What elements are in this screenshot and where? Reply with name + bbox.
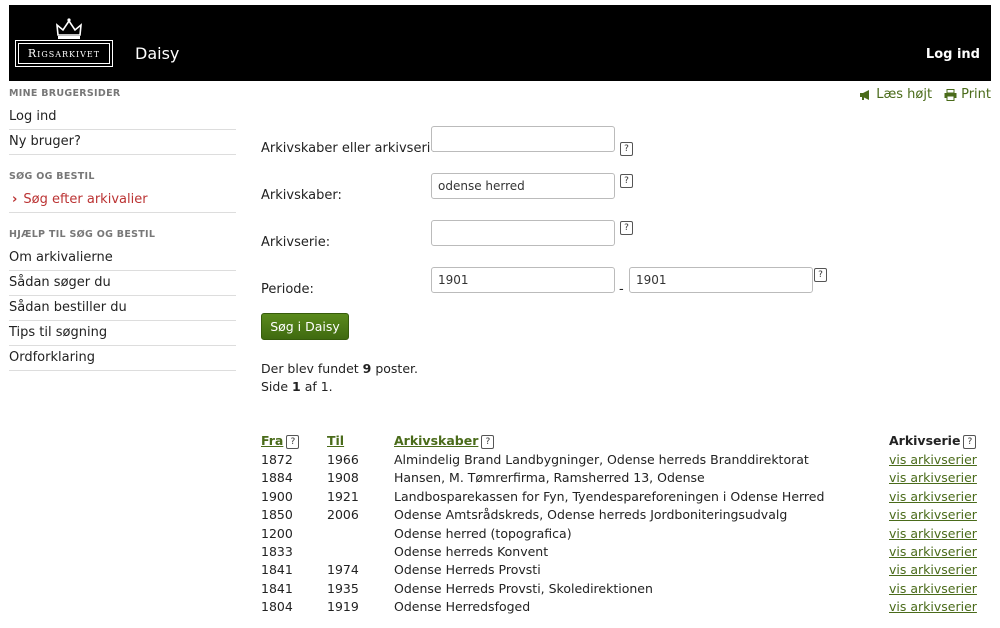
show-series-link[interactable]: vis arkivserier xyxy=(889,470,977,485)
cell-creator: Almindelig Brand Landbygninger, Odense h… xyxy=(394,452,809,467)
sidebar-item-login[interactable]: Log ind xyxy=(9,105,236,130)
cell-creator: Odense herreds Konvent xyxy=(394,544,549,559)
sidebar-heading-my-pages: Mine brugersider xyxy=(9,88,121,99)
cell-creator: Odense Herreds Provsti, Skoledirektionen xyxy=(394,580,653,596)
cell-to: 1908 xyxy=(327,470,359,486)
page-tools: Læs højt Print xyxy=(859,87,991,102)
series-input[interactable] xyxy=(431,220,615,246)
cell-creator: Hansen, M. Tømrerfirma, Ramsherred 13, O… xyxy=(394,470,705,486)
read-aloud-button[interactable]: Læs højt xyxy=(859,87,932,102)
creator-or-series-input[interactable] xyxy=(431,126,615,152)
header-login-link[interactable]: Log ind xyxy=(926,47,980,62)
cell-creator: Odense Herreds Provsti xyxy=(394,562,541,578)
print-button[interactable]: Print xyxy=(944,87,991,102)
sidebar-item-how-to-order[interactable]: Sådan bestiller du xyxy=(9,296,236,321)
cell-to: 1919 xyxy=(327,599,359,615)
period-label: Periode: xyxy=(261,282,314,297)
show-series-link[interactable]: vis arkivserier xyxy=(889,526,977,541)
megaphone-icon xyxy=(860,89,870,100)
cell-to: 1974 xyxy=(327,562,359,578)
column-header-from[interactable]: Fra? xyxy=(261,433,300,449)
read-aloud-label: Læs højt xyxy=(876,87,933,102)
cell-to: 1921 xyxy=(327,488,359,504)
printer-icon xyxy=(944,88,957,101)
sidebar-heading-help: Hjælp til søg og bestil xyxy=(9,229,156,240)
sidebar-item-new-user[interactable]: Ny bruger? xyxy=(9,130,236,155)
cell-creator: Odense Amtsrådskreds, Odense herreds Jor… xyxy=(394,507,788,523)
show-series-link[interactable]: vis arkivserier xyxy=(889,489,977,504)
column-header-creator[interactable]: Arkivskaber? xyxy=(394,433,495,449)
series-label: Arkivserie: xyxy=(261,235,331,250)
cell-from: 1841 xyxy=(261,580,293,596)
app-title[interactable]: Daisy xyxy=(135,44,179,63)
result-page-line: Side 1 af 1. xyxy=(261,379,333,394)
help-icon[interactable]: ? xyxy=(620,142,633,156)
cell-from: 1884 xyxy=(261,470,293,486)
show-series-link[interactable]: vis arkivserier xyxy=(889,581,977,596)
sidebar-item-about-records[interactable]: Om arkivalierne xyxy=(9,246,236,271)
column-header-series: Arkivserie? xyxy=(889,433,977,449)
current-page: 1 xyxy=(292,379,301,394)
cell-creator: Odense Herredsfoged xyxy=(394,599,531,615)
cell-from: 1900 xyxy=(261,488,293,504)
sidebar-item-search-tips[interactable]: Tips til søgning xyxy=(9,321,236,346)
cell-to: 1966 xyxy=(327,452,359,467)
help-icon[interactable]: ? xyxy=(481,435,495,449)
logo-text: Rigsarkivet xyxy=(15,40,113,67)
crown-icon xyxy=(56,18,82,39)
cell-from: 1841 xyxy=(261,562,293,578)
sidebar-item-search-records[interactable]: › Søg efter arkivalier xyxy=(9,188,236,213)
creator-input[interactable] xyxy=(431,173,615,199)
cell-creator: Landbosparekassen for Fyn, Tyendesparefo… xyxy=(394,488,825,504)
column-header-to[interactable]: Til xyxy=(327,433,344,448)
cell-from: 1833 xyxy=(261,544,293,559)
sidebar-item-label: Søg efter arkivalier xyxy=(23,192,148,207)
result-summary: Der blev fundet 9 poster. Side 1 af 1. xyxy=(261,360,418,396)
print-label: Print xyxy=(961,87,991,102)
period-from-input[interactable] xyxy=(431,267,615,293)
show-series-link[interactable]: vis arkivserier xyxy=(889,562,977,577)
sidebar-item-how-to-search[interactable]: Sådan søger du xyxy=(9,271,236,296)
result-count-line: Der blev fundet 9 poster. xyxy=(261,361,418,376)
sidebar: Mine brugersider Log ind Ny bruger? Søg … xyxy=(9,86,236,371)
period-separator: - xyxy=(619,282,624,297)
help-icon[interactable]: ? xyxy=(814,268,827,282)
creator-label: Arkivskaber: xyxy=(261,188,342,203)
show-series-link[interactable]: vis arkivserier xyxy=(889,599,977,614)
sidebar-item-glossary[interactable]: Ordforklaring xyxy=(9,346,236,371)
chevron-right-icon: › xyxy=(12,192,18,207)
search-button[interactable]: Søg i Daisy xyxy=(261,313,349,340)
period-to-input[interactable] xyxy=(629,267,813,293)
creator-or-series-label: Arkivskaber eller arkivserie: xyxy=(261,141,443,156)
cell-to: 2006 xyxy=(327,507,359,523)
cell-from: 1872 xyxy=(261,452,293,467)
help-icon[interactable]: ? xyxy=(620,174,633,188)
cell-from: 1200 xyxy=(261,525,293,541)
show-series-link[interactable]: vis arkivserier xyxy=(889,507,977,522)
help-icon[interactable]: ? xyxy=(963,435,977,449)
cell-creator: Odense herred (topografica) xyxy=(394,525,572,541)
cell-from: 1850 xyxy=(261,507,293,523)
cell-to: 1935 xyxy=(327,580,359,596)
site-header: Rigsarkivet Daisy Log ind xyxy=(9,5,991,81)
show-series-link[interactable]: vis arkivserier xyxy=(889,544,977,559)
help-icon[interactable]: ? xyxy=(286,435,300,449)
help-icon[interactable]: ? xyxy=(620,221,633,235)
cell-from: 1804 xyxy=(261,599,293,615)
show-series-link[interactable]: vis arkivserier xyxy=(889,452,977,467)
sidebar-heading-search-order: Søg og bestil xyxy=(9,171,95,182)
